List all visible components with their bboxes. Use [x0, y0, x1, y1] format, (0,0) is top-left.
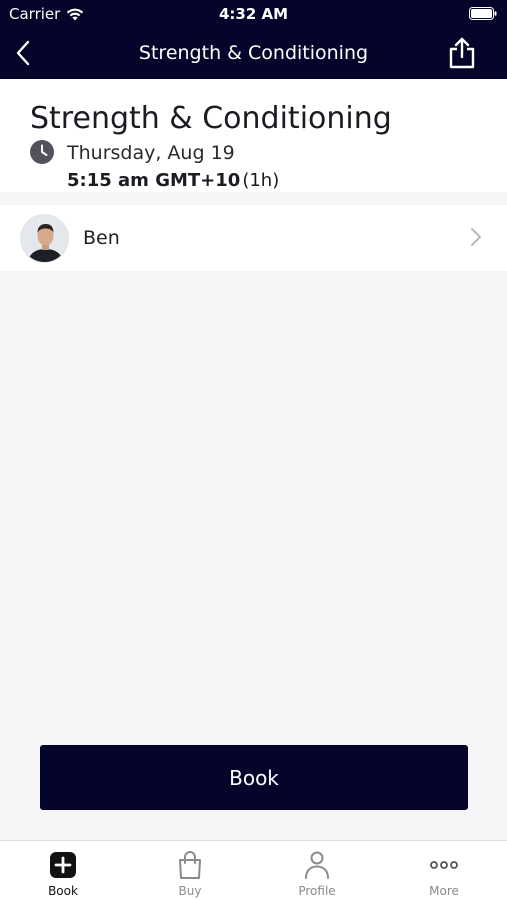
shopping-bag-icon	[179, 851, 201, 879]
screen: Carrier 4:32 AM Strength & Conditioning	[0, 0, 507, 900]
status-time: 4:32 AM	[218, 5, 289, 23]
tab-book[interactable]: Book	[0, 841, 126, 900]
chevron-right-icon	[471, 228, 481, 246]
plus-square-icon	[50, 852, 76, 878]
instructor-avatar	[20, 214, 69, 263]
tab-buy-label: Buy	[178, 884, 202, 898]
header: Carrier 4:32 AM Strength & Conditioning	[0, 0, 507, 79]
instructor-name: Ben	[83, 227, 120, 249]
instructor-row[interactable]: Ben	[0, 205, 507, 271]
tab-bar: Book Buy Profile More	[0, 840, 507, 900]
share-icon[interactable]	[447, 36, 477, 70]
tab-buy[interactable]: Buy	[127, 841, 253, 900]
status-bar: Carrier 4:32 AM	[0, 0, 507, 28]
class-time: 5:15 am GMT+10	[67, 170, 241, 191]
clock-icon	[30, 140, 54, 164]
class-date: Thursday, Aug 19	[67, 142, 235, 164]
nav-title: Strength & Conditioning	[138, 42, 369, 64]
class-title: Strength & Conditioning	[30, 101, 392, 136]
battery-icon	[469, 7, 497, 20]
more-dots-icon	[430, 861, 458, 869]
tab-book-label: Book	[48, 884, 78, 898]
book-button[interactable]: Book	[40, 745, 468, 810]
tab-more-label: More	[429, 884, 459, 898]
tab-more[interactable]: More	[381, 841, 507, 900]
person-icon	[305, 851, 329, 879]
tab-profile-label: Profile	[298, 884, 336, 898]
tab-profile[interactable]: Profile	[254, 841, 380, 900]
class-time-row: 5:15 am GMT+10 (1h)	[67, 170, 279, 191]
avatar-photo	[21, 215, 68, 262]
class-duration: (1h)	[242, 170, 280, 191]
class-info-card: Strength & Conditioning Thursday, Aug 19…	[0, 79, 507, 192]
nav-bar: Strength & Conditioning	[0, 28, 507, 79]
